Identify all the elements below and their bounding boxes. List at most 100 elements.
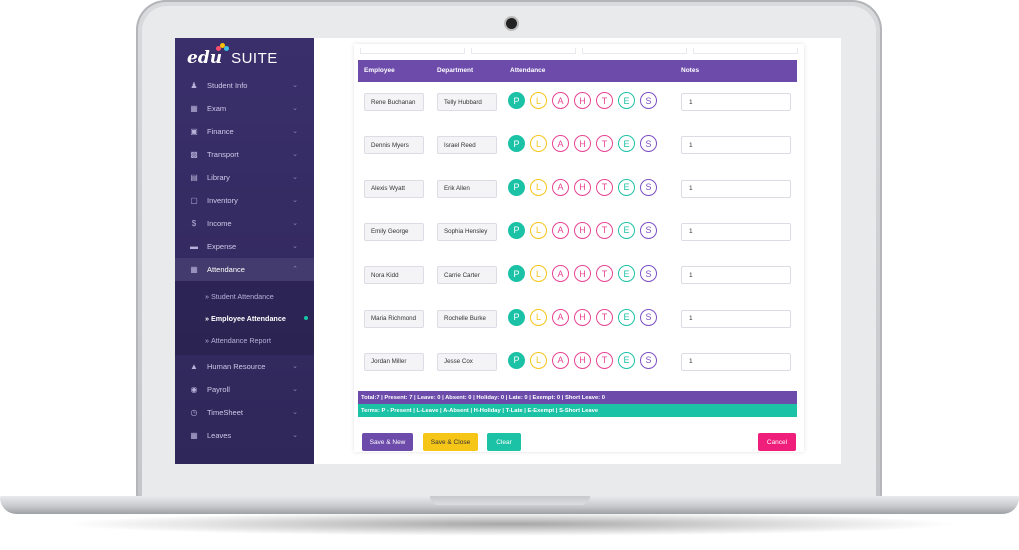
department-field[interactable]: Jesse Cox	[437, 352, 497, 371]
attendance-option-h[interactable]: H	[574, 221, 591, 239]
attendance-option-s[interactable]: S	[640, 178, 657, 196]
attendance-option-t[interactable]: T	[596, 265, 613, 283]
sidebar-item-leaves[interactable]: ▦ Leaves ⌄	[175, 424, 314, 447]
filter-field[interactable]	[471, 48, 576, 54]
sidebar-item-human-resource[interactable]: ▲ Human Resource ⌄	[175, 355, 314, 378]
attendance-option-t[interactable]: T	[596, 92, 613, 109]
attendance-option-p[interactable]: P	[508, 178, 525, 196]
attendance-option-p[interactable]: P	[508, 135, 525, 153]
attendance-option-a[interactable]: A	[552, 308, 569, 326]
sidebar-item-exam[interactable]: ▦ Exam ⌄	[175, 97, 314, 120]
department-field[interactable]: Erik Allen	[437, 179, 497, 198]
department-field[interactable]: Israel Reed	[437, 136, 497, 155]
employee-field[interactable]: Nora Kidd	[364, 266, 424, 285]
sidebar-subitem-label: Employee Attendance	[211, 313, 286, 323]
cancel-button[interactable]: Cancel	[758, 433, 796, 451]
sidebar-item-payroll[interactable]: ◉ Payroll ⌄	[175, 378, 314, 401]
save-new-button[interactable]: Save & New	[362, 433, 413, 451]
attendance-option-s[interactable]: S	[640, 135, 657, 153]
clear-button[interactable]: Clear	[487, 433, 521, 451]
brand-logo[interactable]: edu SUITE	[187, 43, 278, 70]
department-field[interactable]: Rochelle Burke	[437, 309, 497, 328]
attendance-option-e[interactable]: E	[618, 92, 635, 109]
filter-field[interactable]	[360, 48, 465, 54]
attendance-option-p[interactable]: P	[508, 221, 525, 239]
table-row: Maria Richmond Rochelle Burke P L A H T E S 1	[358, 308, 797, 330]
sidebar-item-income[interactable]: $ Income ⌄	[175, 212, 314, 235]
attendance-option-s[interactable]: S	[640, 221, 657, 239]
attendance-option-s[interactable]: S	[640, 92, 657, 109]
attendance-option-h[interactable]: H	[574, 135, 591, 153]
attendance-option-a[interactable]: A	[552, 351, 569, 369]
attendance-option-l[interactable]: L	[530, 351, 547, 369]
attendance-option-l[interactable]: L	[530, 135, 547, 153]
department-field[interactable]: Sophia Hensley	[437, 222, 497, 241]
employee-field[interactable]: Emily George	[364, 222, 424, 241]
attendance-option-a[interactable]: A	[552, 178, 569, 196]
employee-field[interactable]: Rene Buchanan	[364, 93, 424, 111]
attendance-option-e[interactable]: E	[618, 221, 635, 239]
employee-field[interactable]: Maria Richmond	[364, 309, 424, 328]
main-content: Employee Department Attendance Notes Ren…	[314, 38, 841, 464]
sidebar-item-finance[interactable]: ▣ Finance ⌄	[175, 120, 314, 143]
attendance-option-h[interactable]: H	[574, 308, 591, 326]
attendance-option-h[interactable]: H	[574, 178, 591, 196]
save-close-button[interactable]: Save & Close	[423, 433, 478, 451]
notes-input[interactable]: 1	[681, 93, 791, 111]
attendance-option-p[interactable]: P	[508, 265, 525, 283]
department-field[interactable]: Carrie Carter	[437, 266, 497, 285]
attendance-option-e[interactable]: E	[618, 135, 635, 153]
terms-legend: Terms: P - Present | L-Leave | A-Absent …	[358, 404, 797, 417]
attendance-option-s[interactable]: S	[640, 308, 657, 326]
attendance-option-t[interactable]: T	[596, 221, 613, 239]
attendance-option-a[interactable]: A	[552, 221, 569, 239]
sidebar-item-student-info[interactable]: ♟ Student Info ⌄	[175, 74, 314, 97]
attendance-option-h[interactable]: H	[574, 265, 591, 283]
notes-input[interactable]: 1	[681, 309, 791, 328]
attendance-option-e[interactable]: E	[618, 308, 635, 326]
department-field[interactable]: Telly Hubbard	[437, 93, 497, 111]
attendance-option-a[interactable]: A	[552, 92, 569, 109]
attendance-option-l[interactable]: L	[530, 308, 547, 326]
sidebar-subitem-employee-attendance[interactable]: » Employee Attendance	[175, 307, 314, 329]
notes-input[interactable]: 1	[681, 136, 791, 155]
filter-field[interactable]	[693, 48, 798, 54]
employee-field[interactable]: Alexis Wyatt	[364, 179, 424, 198]
notes-input[interactable]: 1	[681, 179, 791, 198]
attendance-option-a[interactable]: A	[552, 265, 569, 283]
attendance-option-p[interactable]: P	[508, 308, 525, 326]
attendance-option-t[interactable]: T	[596, 351, 613, 369]
sidebar-item-timesheet[interactable]: ◷ TimeSheet ⌄	[175, 401, 314, 424]
attendance-option-t[interactable]: T	[596, 178, 613, 196]
sidebar-item-inventory[interactable]: ▢ Inventory ⌄	[175, 189, 314, 212]
attendance-option-e[interactable]: E	[618, 265, 635, 283]
attendance-option-s[interactable]: S	[640, 351, 657, 369]
attendance-option-a[interactable]: A	[552, 135, 569, 153]
attendance-option-p[interactable]: P	[508, 351, 525, 369]
sidebar-item-transport[interactable]: ▩ Transport ⌄	[175, 143, 314, 166]
attendance-option-l[interactable]: L	[530, 92, 547, 109]
attendance-option-h[interactable]: H	[574, 351, 591, 369]
notes-input[interactable]: 1	[681, 352, 791, 371]
attendance-option-t[interactable]: T	[596, 135, 613, 153]
employee-field[interactable]: Jordan Miller	[364, 352, 424, 371]
filter-field[interactable]	[582, 48, 687, 54]
attendance-option-e[interactable]: E	[618, 351, 635, 369]
sidebar-item-expense[interactable]: ▬ Expense ⌄	[175, 235, 314, 258]
attendance-option-e[interactable]: E	[618, 178, 635, 196]
sidebar-item-library[interactable]: ▤ Library ⌄	[175, 166, 314, 189]
sidebar-subitem-attendance-report[interactable]: » Attendance Report	[175, 329, 314, 351]
attendance-option-p[interactable]: P	[508, 92, 525, 109]
attendance-option-t[interactable]: T	[596, 308, 613, 326]
sidebar-item-attendance[interactable]: ▦ Attendance ⌃	[175, 258, 314, 281]
attendance-option-l[interactable]: L	[530, 221, 547, 239]
total-summary: Total:7 | Present: 7 | Leave: 0 | Absent…	[358, 391, 797, 404]
attendance-option-s[interactable]: S	[640, 265, 657, 283]
notes-input[interactable]: 1	[681, 222, 791, 241]
sidebar-subitem-student-attendance[interactable]: » Student Attendance	[175, 285, 314, 307]
attendance-option-l[interactable]: L	[530, 265, 547, 283]
notes-input[interactable]: 1	[681, 266, 791, 285]
attendance-option-l[interactable]: L	[530, 178, 547, 196]
employee-field[interactable]: Dennis Myers	[364, 136, 424, 155]
attendance-option-h[interactable]: H	[574, 92, 591, 109]
